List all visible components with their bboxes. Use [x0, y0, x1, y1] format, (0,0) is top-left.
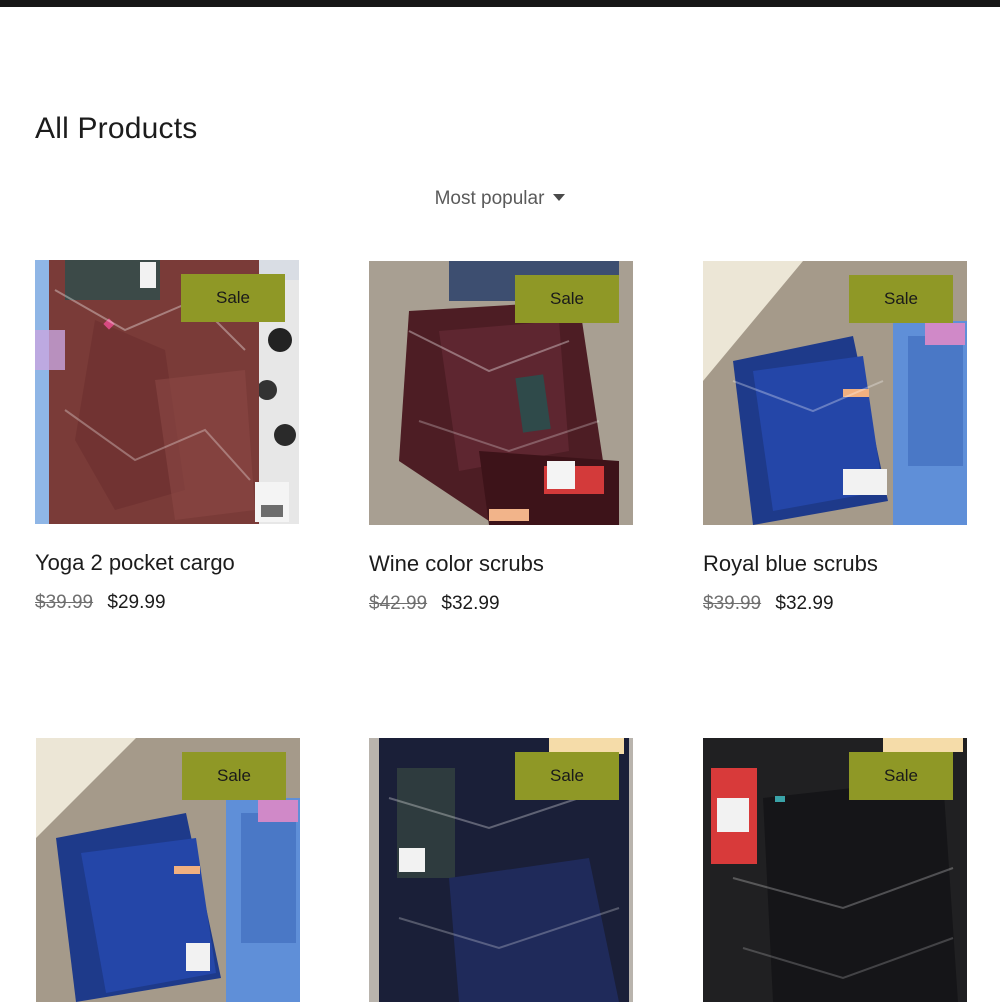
product-image[interactable]: Sale — [703, 738, 967, 1002]
product-image[interactable]: Sale — [369, 261, 633, 525]
product-prices: $39.99 $29.99 — [35, 592, 166, 614]
sale-badge: Sale — [849, 275, 953, 323]
sort-dropdown[interactable]: Most popular — [0, 188, 1000, 210]
product-name[interactable]: Royal blue scrubs — [703, 551, 878, 577]
top-bar — [0, 0, 1000, 7]
sale-price: $32.99 — [775, 593, 834, 614]
product-image[interactable]: Sale — [35, 260, 299, 524]
page-title: All Products — [35, 112, 198, 145]
product-image[interactable]: Sale — [36, 738, 300, 1002]
sale-badge: Sale — [181, 274, 285, 322]
sale-price: $32.99 — [441, 593, 500, 614]
sale-price: $29.99 — [107, 592, 166, 613]
product-prices: $42.99 $32.99 — [369, 593, 500, 615]
product-prices: $39.99 $32.99 — [703, 593, 834, 615]
original-price: $39.99 — [35, 592, 94, 613]
original-price: $42.99 — [369, 593, 428, 614]
caret-down-icon[interactable] — [553, 194, 566, 201]
sale-badge: Sale — [849, 752, 953, 800]
product-name[interactable]: Wine color scrubs — [369, 551, 544, 577]
product-image[interactable]: Sale — [369, 738, 633, 1002]
sale-badge: Sale — [515, 275, 619, 323]
sort-selected-label[interactable]: Most popular — [435, 188, 545, 209]
product-image[interactable]: Sale — [703, 261, 967, 525]
sale-badge: Sale — [515, 752, 619, 800]
sale-badge: Sale — [182, 752, 286, 800]
original-price: $39.99 — [703, 593, 762, 614]
product-name[interactable]: Yoga 2 pocket cargo — [35, 550, 235, 576]
